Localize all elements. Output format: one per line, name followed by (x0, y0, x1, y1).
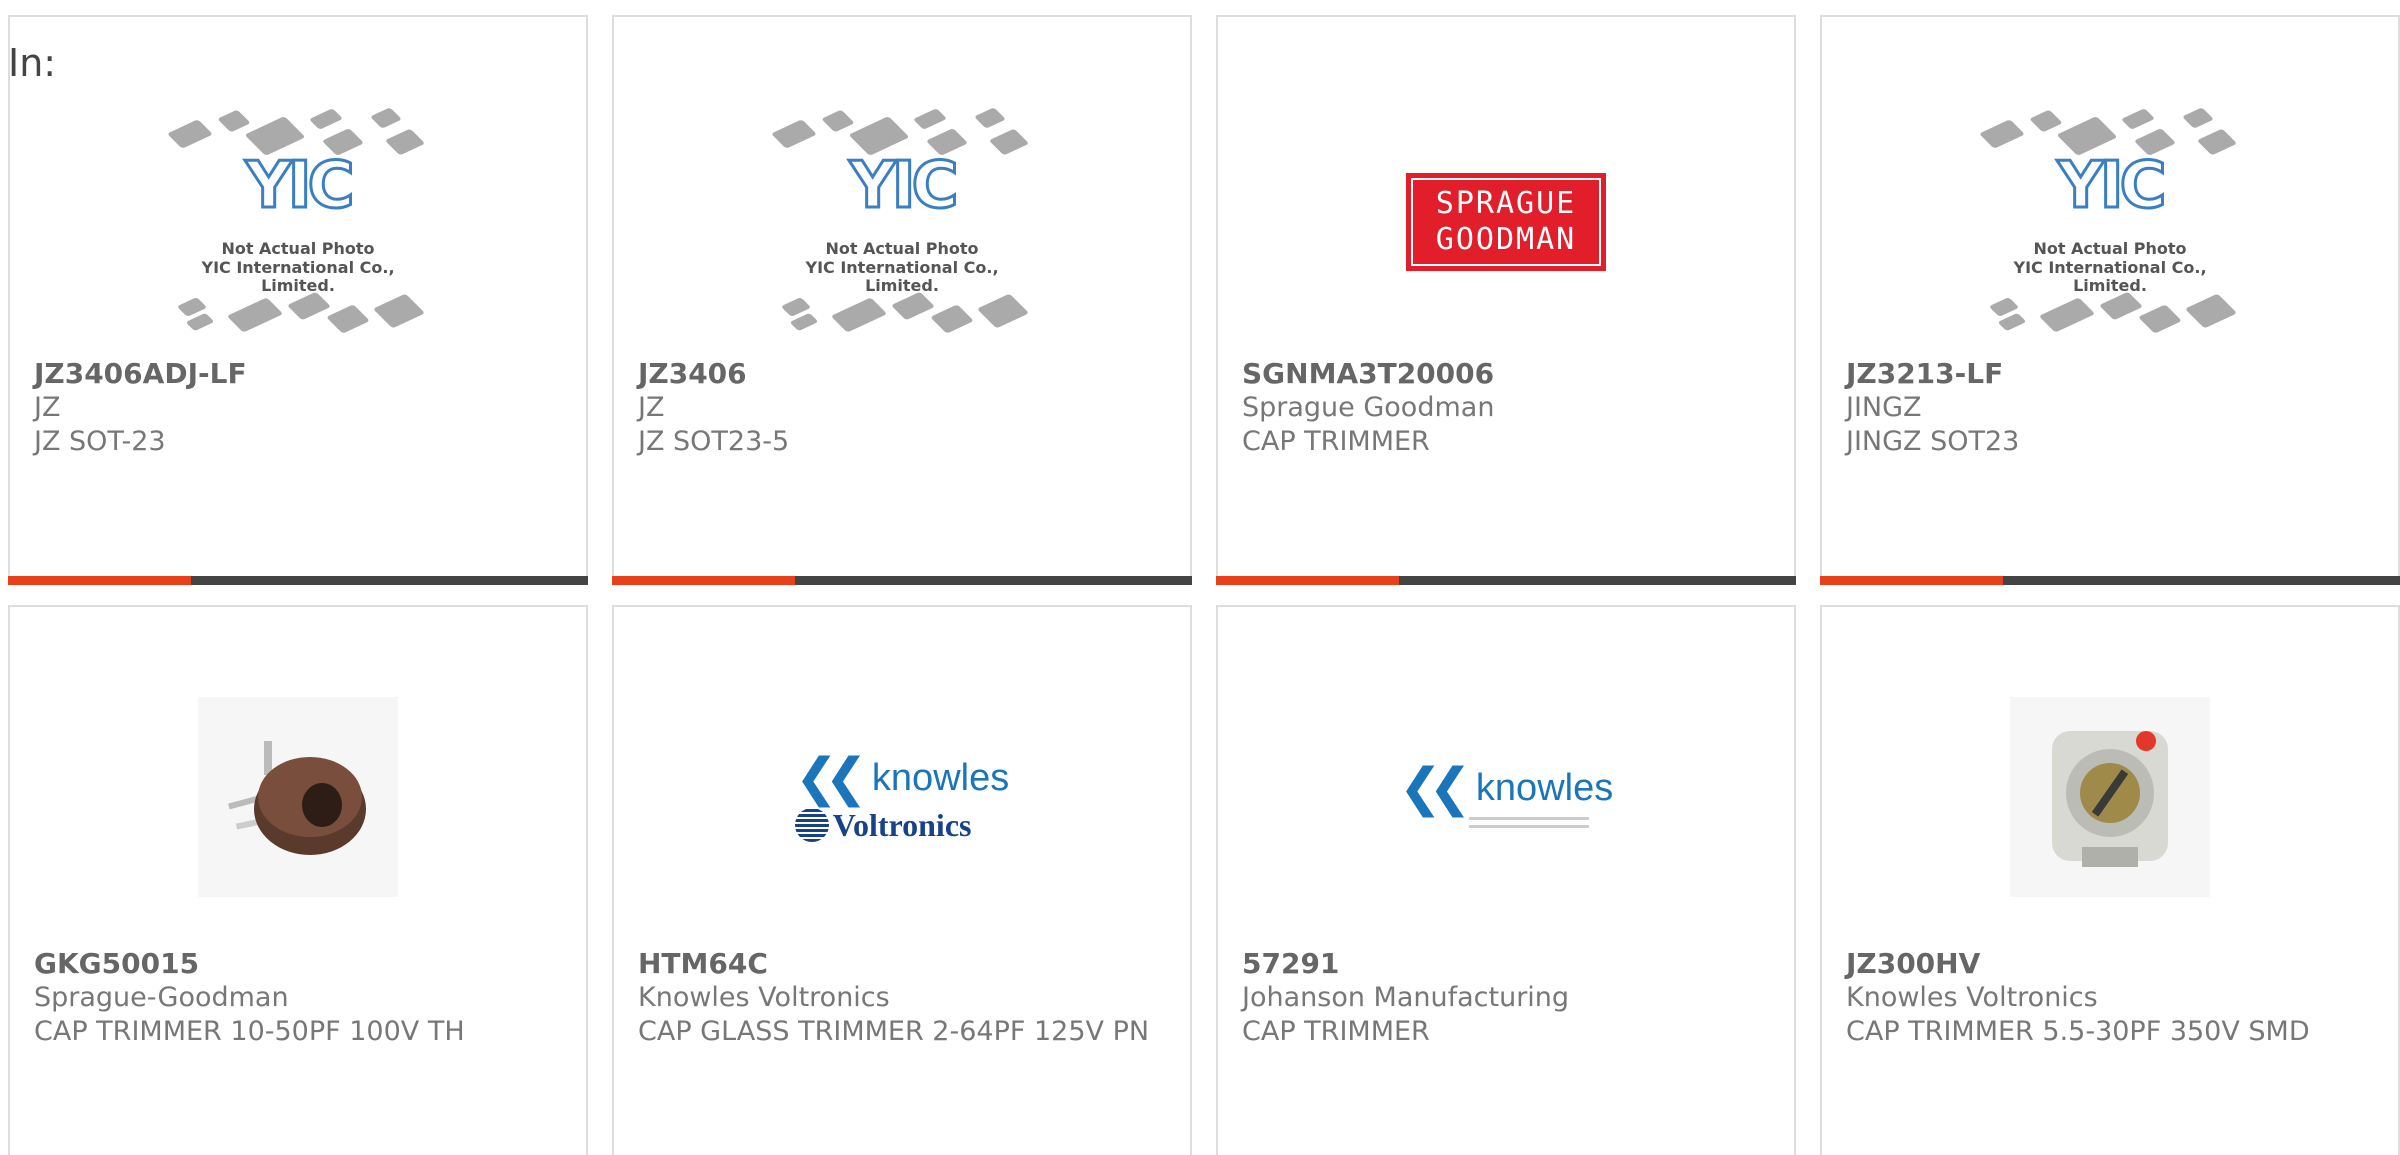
description: JZ SOT23-5 (638, 426, 790, 457)
manufacturer: Knowles Voltronics (1846, 982, 2098, 1013)
part-number[interactable]: GKG50015 (34, 947, 562, 981)
product-image[interactable]: YIC Not Actual Photo YIC International C… (1822, 87, 2398, 357)
card-accent-bar (612, 576, 795, 585)
not-actual-photo-note: Not Actual Photo (221, 239, 375, 258)
manufacturer: JZ (638, 392, 665, 423)
yic-placeholder-image: YIC Not Actual Photo YIC International C… (1975, 102, 2245, 342)
part-number[interactable]: JZ3213-LF (1846, 357, 2374, 391)
knowles-wordmark: knowles (1475, 767, 1614, 809)
trimmer-capacitor-image (228, 741, 366, 855)
part-number[interactable]: HTM64C (638, 947, 1166, 981)
manufacturer: Johanson Manufacturing (1242, 982, 1570, 1013)
voltronics-wordmark: Voltronics (832, 807, 972, 843)
product-grid: YIC Not Actual Photo YIC International C… (0, 0, 2400, 1155)
voltronics-globe-icon (794, 808, 829, 842)
card-accent-bar (8, 576, 191, 585)
product-meta: SGNMA3T20006 Sprague Goodman CAP TRIMMER (1242, 357, 1770, 459)
yic-company-note: YIC International Co., Limited. (805, 258, 999, 295)
not-actual-photo-note: Not Actual Photo (2033, 239, 2187, 258)
product-card[interactable]: ❮❮ knowles Voltronics HTM64C Knowles Vol… (612, 605, 1192, 1155)
product-card[interactable]: JZ300HV Knowles Voltronics CAP TRIMMER 5… (1820, 605, 2400, 1155)
product-meta: JZ300HV Knowles Voltronics CAP TRIMMER 5… (1846, 947, 2374, 1049)
manufacturer: Knowles Voltronics (638, 982, 890, 1013)
product-meta: GKG50015 Sprague-Goodman CAP TRIMMER 10-… (34, 947, 562, 1049)
product-image[interactable] (1822, 667, 2398, 927)
logo-line-1: SPRAGUE (1435, 186, 1577, 221)
description: CAP TRIMMER 10-50PF 100V TH (34, 1016, 465, 1047)
product-meta: 57291 Johanson Manufacturing CAP TRIMMER (1242, 947, 1770, 1049)
knowles-brand-strip (1468, 817, 1589, 828)
product-meta: JZ3406ADJ-LF JZ JZ SOT-23 (34, 357, 562, 459)
manufacturer: JINGZ (1846, 392, 1922, 423)
product-meta: HTM64C Knowles Voltronics CAP GLASS TRIM… (638, 947, 1166, 1049)
smd-trimmer-image (2052, 731, 2168, 867)
part-number[interactable]: JZ3406ADJ-LF (34, 357, 562, 391)
not-actual-photo-note: Not Actual Photo (825, 239, 979, 258)
in-label: In: (8, 41, 57, 85)
yic-company-note: YIC International Co., Limited. (2013, 258, 2207, 295)
product-image[interactable]: SPRAGUE GOODMAN (1218, 87, 1794, 357)
description: CAP TRIMMER (1242, 1016, 1430, 1047)
product-card[interactable]: YIC Not Actual Photo YIC International C… (8, 15, 588, 585)
knowles-voltronics-logo: ❮❮ knowles Voltronics (794, 748, 1010, 843)
description: CAP GLASS TRIMMER 2-64PF 125V PN (638, 1016, 1150, 1047)
part-number[interactable]: SGNMA3T20006 (1242, 357, 1770, 391)
product-image[interactable]: ❮❮ knowles Voltronics (614, 667, 1190, 927)
knowles-wordmark: knowles (871, 757, 1010, 799)
card-bottom-bar (612, 576, 1192, 585)
card-accent-bar (1820, 576, 2003, 585)
yic-placeholder-image: YIC Not Actual Photo YIC International C… (163, 102, 433, 342)
description: CAP TRIMMER (1242, 426, 1430, 457)
yic-logo: YIC (2056, 149, 2168, 223)
knowles-chevron-icon: ❮❮ (794, 748, 868, 808)
product-meta: JZ3213-LF JINGZ JINGZ SOT23 (1846, 357, 2374, 459)
part-number[interactable]: JZ300HV (1846, 947, 2374, 981)
smd-trimmer-photo (2010, 697, 2210, 897)
card-bottom-bar (1216, 576, 1796, 585)
manufacturer: JZ (34, 392, 61, 423)
knowles-logo: ❮❮ knowles (1399, 762, 1613, 832)
logo-line-2: GOODMAN (1435, 222, 1577, 257)
yic-placeholder-image: YIC Not Actual Photo YIC International C… (767, 102, 1037, 342)
yic-logo: YIC (848, 149, 960, 223)
description: CAP TRIMMER 5.5-30PF 350V SMD (1846, 1016, 2310, 1047)
product-grid-page: YIC Not Actual Photo YIC International C… (0, 0, 2400, 1155)
product-card[interactable]: YIC Not Actual Photo YIC International C… (1820, 15, 2400, 585)
part-number[interactable]: 57291 (1242, 947, 1770, 981)
product-card[interactable]: GKG50015 Sprague-Goodman CAP TRIMMER 10-… (8, 605, 588, 1155)
manufacturer: Sprague-Goodman (34, 982, 289, 1013)
card-bottom-bar (8, 576, 588, 585)
product-card[interactable]: SPRAGUE GOODMAN SGNMA3T20006 Sprague Goo… (1216, 15, 1796, 585)
card-accent-bar (1216, 576, 1399, 585)
manufacturer: Sprague Goodman (1242, 392, 1495, 423)
product-card[interactable]: ❮❮ knowles 57291 Johanson Manufacturing … (1216, 605, 1796, 1155)
description: JINGZ SOT23 (1846, 426, 2020, 457)
description: JZ SOT-23 (34, 426, 166, 457)
yic-logo: YIC (244, 149, 356, 223)
product-image[interactable] (10, 667, 586, 927)
product-card[interactable]: YIC Not Actual Photo YIC International C… (612, 15, 1192, 585)
yic-company-note: YIC International Co., Limited. (201, 258, 395, 295)
sprague-goodman-logo: SPRAGUE GOODMAN (1406, 173, 1606, 271)
product-image[interactable]: YIC Not Actual Photo YIC International C… (10, 87, 586, 357)
card-bottom-bar (1820, 576, 2400, 585)
product-image[interactable]: YIC Not Actual Photo YIC International C… (614, 87, 1190, 357)
product-image[interactable]: ❮❮ knowles (1218, 667, 1794, 927)
part-number[interactable]: JZ3406 (638, 357, 1166, 391)
product-meta: JZ3406 JZ JZ SOT23-5 (638, 357, 1166, 459)
trimmer-capacitor-photo (198, 697, 398, 897)
knowles-chevron-icon: ❮❮ (1398, 758, 1472, 818)
